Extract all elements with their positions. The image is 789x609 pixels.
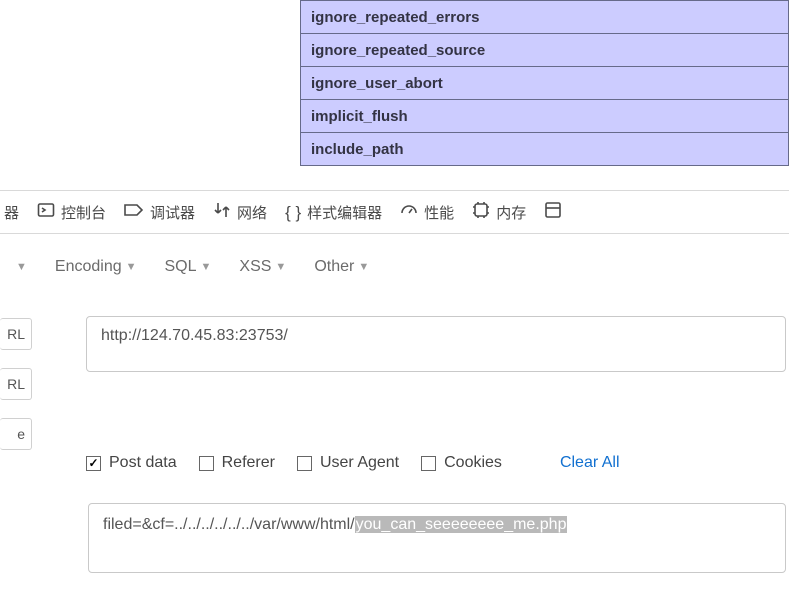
tab-memory[interactable]: 内存 xyxy=(472,201,526,223)
tab-console[interactable]: 控制台 xyxy=(37,201,106,223)
dropdown-label: Encoding xyxy=(55,258,122,276)
side-button-stack: RL RL e xyxy=(0,318,32,450)
clear-all-label: Clear All xyxy=(560,454,620,471)
network-icon xyxy=(213,201,231,223)
tab-label: 样式编辑器 xyxy=(307,202,382,223)
performance-icon xyxy=(400,201,418,223)
table-row: implicit_flush xyxy=(301,100,789,133)
config-cell: implicit_flush xyxy=(301,100,789,133)
dropdown-label: SQL xyxy=(165,258,197,276)
checkbox-label: Referer xyxy=(222,454,275,472)
config-cell: ignore_repeated_errors xyxy=(301,1,789,34)
console-icon xyxy=(37,201,55,223)
side-button-label: e xyxy=(17,426,25,442)
dropdown-sql[interactable]: SQL▼ xyxy=(165,258,212,276)
devtools-tabs: 器 控制台 调试器 网络 { } 样式编辑器 xyxy=(0,190,789,234)
clear-all-link[interactable]: Clear All xyxy=(560,454,620,472)
hackbar-toolrow: ▼ Encoding▼ SQL▼ XSS▼ Other▼ xyxy=(0,258,789,276)
checkbox-referer[interactable]: Referer xyxy=(199,454,275,472)
tab-network[interactable]: 网络 xyxy=(213,201,267,223)
side-button-1[interactable]: RL xyxy=(0,368,32,400)
tab-label: 器 xyxy=(4,202,19,223)
checkbox-icon xyxy=(297,456,312,471)
checkbox-label: Cookies xyxy=(444,454,502,472)
tab-label: 控制台 xyxy=(61,202,106,223)
table-row: include_path xyxy=(301,133,789,166)
checkbox-label: User Agent xyxy=(320,454,399,472)
payload-selection: you_can_seeeeeeee_me.php xyxy=(355,516,568,533)
memory-icon xyxy=(472,201,490,223)
config-cell: ignore_user_abort xyxy=(301,67,789,100)
table-row: ignore_repeated_source xyxy=(301,34,789,67)
tab-styleeditor[interactable]: { } 样式编辑器 xyxy=(285,202,382,223)
checkbox-icon xyxy=(86,456,101,471)
dropdown-label: XSS xyxy=(239,258,271,276)
dropdown-other[interactable]: Other▼ xyxy=(314,258,369,276)
checkbox-useragent[interactable]: User Agent xyxy=(297,454,399,472)
postdata-input[interactable]: filed=&cf=../../../../../../var/www/html… xyxy=(88,503,786,573)
dropdown-label: Other xyxy=(314,258,354,276)
tab-label: 性能 xyxy=(424,202,454,223)
debugger-icon xyxy=(124,202,144,222)
styleeditor-icon: { } xyxy=(285,204,301,221)
side-button-2[interactable]: e xyxy=(0,418,32,450)
dropdown-leading[interactable]: ▼ xyxy=(12,261,27,273)
table-row: ignore_repeated_errors xyxy=(301,1,789,34)
url-input[interactable]: http://124.70.45.83:23753/ xyxy=(86,316,786,372)
url-value: http://124.70.45.83:23753/ xyxy=(101,327,288,344)
tab-performance[interactable]: 性能 xyxy=(400,201,454,223)
checkbox-label: Post data xyxy=(109,454,177,472)
config-cell: include_path xyxy=(301,133,789,166)
tab-label: 调试器 xyxy=(150,202,195,223)
side-button-0[interactable]: RL xyxy=(0,318,32,350)
side-button-label: RL xyxy=(7,376,25,392)
payload-prefix: filed=&cf=../../../../../../var/www/html… xyxy=(103,516,355,533)
checkbox-postdata[interactable]: Post data xyxy=(86,454,177,472)
dropdown-encoding[interactable]: Encoding▼ xyxy=(55,258,137,276)
side-button-label: RL xyxy=(7,326,25,342)
table-row: ignore_user_abort xyxy=(301,67,789,100)
storage-icon xyxy=(544,201,562,223)
checkbox-icon xyxy=(421,456,436,471)
tab-debugger[interactable]: 调试器 xyxy=(124,202,195,223)
options-row: Post data Referer User Agent Cookies Cle… xyxy=(86,454,620,472)
tab-fragment[interactable]: 器 xyxy=(4,202,19,223)
checkbox-icon xyxy=(199,456,214,471)
dropdown-xss[interactable]: XSS▼ xyxy=(239,258,286,276)
config-cell: ignore_repeated_source xyxy=(301,34,789,67)
config-table: ignore_repeated_errors ignore_repeated_s… xyxy=(300,0,789,166)
tab-storage[interactable] xyxy=(544,201,562,223)
checkbox-cookies[interactable]: Cookies xyxy=(421,454,502,472)
tab-label: 网络 xyxy=(237,202,267,223)
tab-label: 内存 xyxy=(496,202,526,223)
